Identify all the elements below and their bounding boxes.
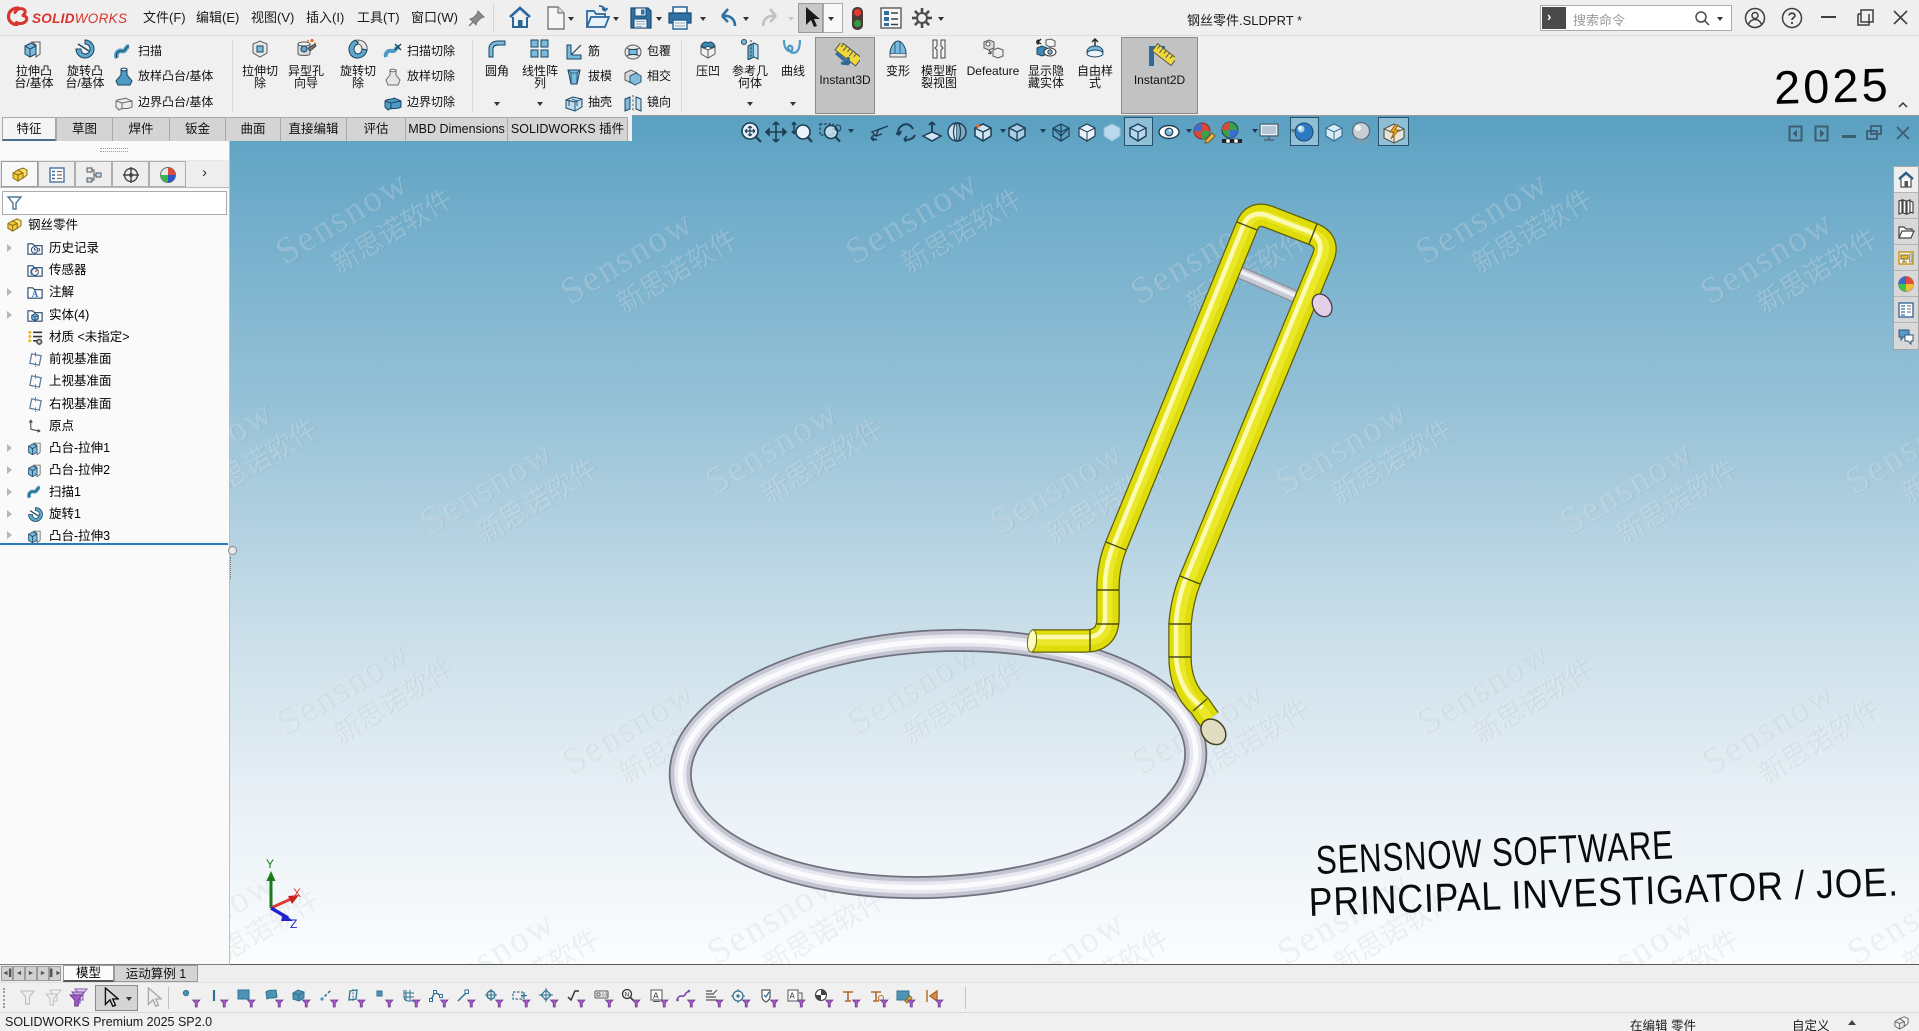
svg-text:Y: Y — [266, 857, 274, 871]
svg-text:A: A — [790, 992, 796, 1001]
svg-text:03: 03 — [601, 993, 607, 999]
svg-text:Z: Z — [290, 917, 297, 931]
svg-text:X: X — [293, 886, 301, 900]
svg-text:A: A — [32, 289, 39, 299]
svg-text:A: A — [653, 991, 659, 1001]
svg-text:N: N — [625, 992, 630, 999]
